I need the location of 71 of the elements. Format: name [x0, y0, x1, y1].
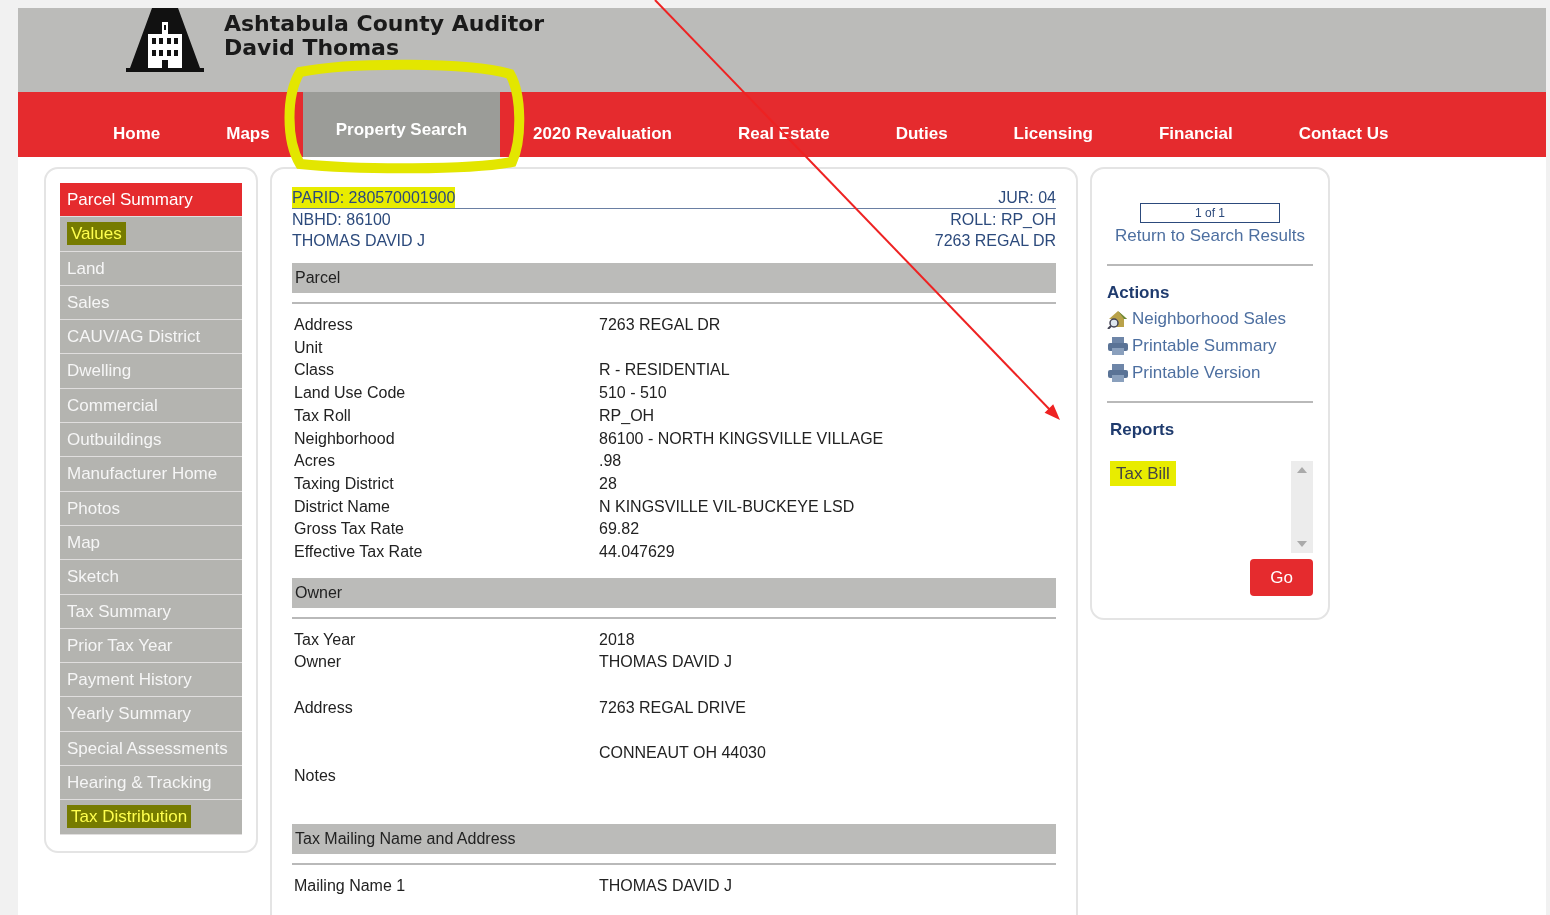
field-label: Owner [294, 653, 342, 671]
field-value: 7263 REGAL DR [599, 315, 721, 335]
field-label: Class [294, 361, 334, 379]
action-link[interactable]: Printable Summary [1107, 332, 1313, 359]
field-value: 28 [599, 473, 617, 494]
reports-heading: Reports [1109, 419, 1176, 441]
nav-tab[interactable]: Real Estate [704, 92, 863, 157]
field-value: THOMAS DAVID J [599, 876, 733, 897]
parcel-info: ROLL: RP_OH [950, 210, 1056, 230]
field-value: 7263 REGAL DRIVE [599, 697, 747, 718]
field-label: Notes [294, 766, 336, 784]
sidebar-item[interactable]: Values [60, 217, 242, 252]
field-label: Gross Tax Rate [294, 520, 404, 538]
field-label: Unit [294, 338, 323, 356]
actions-heading: Actions [1107, 281, 1171, 304]
field-value: 86100 - NORTH KINGSVILLE VILLAGE [599, 428, 884, 449]
field-value: RP_OH [599, 405, 655, 426]
nav-tab[interactable]: Financial [1125, 92, 1266, 157]
field-label: Taxing District [294, 474, 394, 492]
field-value: R - RESIDENTIAL [599, 360, 730, 381]
field-label: Mailing Name 1 [294, 877, 406, 895]
house-search-icon [1107, 308, 1129, 329]
scroll-down-icon[interactable] [1297, 540, 1307, 547]
nav-tab[interactable]: Property Search [302, 92, 501, 157]
field-label: Effective Tax Rate [294, 543, 423, 561]
nav-tab[interactable]: Licensing [980, 92, 1126, 157]
scrollbar[interactable] [1291, 460, 1313, 553]
scroll-up-icon[interactable] [1297, 466, 1307, 473]
field-label: Land Use Code [294, 384, 406, 402]
parcel-info: JUR: 04 [998, 188, 1056, 208]
action-link[interactable]: Printable Version [1107, 359, 1313, 386]
nav-tab[interactable]: Contact Us [1265, 92, 1422, 157]
field-value: 44.047629 [599, 542, 675, 563]
field-label: Tax Roll [294, 406, 351, 424]
reports-listbox[interactable]: Tax Bill [1107, 460, 1313, 553]
field-label: Acres [294, 452, 335, 470]
site-subtitle: David Thomas [224, 36, 401, 60]
nav-tab[interactable]: Maps [193, 92, 303, 157]
sidebar-item[interactable]: Tax Distribution [60, 800, 242, 835]
field-label: Neighborhood [294, 429, 395, 447]
parcel-info: PARID: 280570001900 [292, 187, 456, 208]
nav-tab[interactable]: Duties [862, 92, 981, 157]
courthouse-logo-icon [126, 8, 204, 72]
go-button[interactable]: Go [1250, 558, 1313, 596]
field-value: .98 [599, 451, 622, 472]
field-label: District Name [294, 497, 390, 515]
pager-field[interactable]: 1 of 1 [1140, 203, 1280, 223]
section-header: Tax Mailing Name and Address [292, 824, 1056, 855]
field-value: CONNEAUT OH 44030 [599, 743, 766, 764]
parcel-info: 7263 REGAL DR [934, 231, 1056, 251]
field-value: 2018 [599, 629, 635, 650]
field-value: N KINGSVILLE VIL-BUCKEYE LSD [599, 496, 855, 517]
field-label: Address [294, 316, 353, 333]
printer-icon [1107, 362, 1129, 383]
section-header: Parcel [292, 263, 1056, 293]
nav-tab[interactable]: Home [80, 92, 194, 157]
report-option[interactable]: Tax Bill [1110, 460, 1176, 486]
section-header: Owner [292, 577, 1056, 608]
field-value: 510 - 510 [599, 383, 667, 404]
field-value: THOMAS DAVID J [599, 652, 733, 673]
nav-tab[interactable]: 2020 Revaluation [500, 92, 705, 157]
parcel-info: NBHD: 86100 [292, 210, 391, 230]
site-title: Ashtabula County Auditor [224, 12, 545, 36]
field-label: Address [294, 698, 353, 716]
action-link[interactable]: Neighborhood Sales [1107, 305, 1313, 332]
printer-icon [1107, 335, 1129, 356]
field-value: 69.82 [599, 519, 640, 540]
return-link[interactable]: Return to Search Results [1107, 223, 1313, 249]
field-label: Tax Year [294, 630, 356, 648]
sidebar-item[interactable]: Parcel Summary [60, 183, 242, 218]
parcel-info: THOMAS DAVID J [292, 231, 426, 251]
